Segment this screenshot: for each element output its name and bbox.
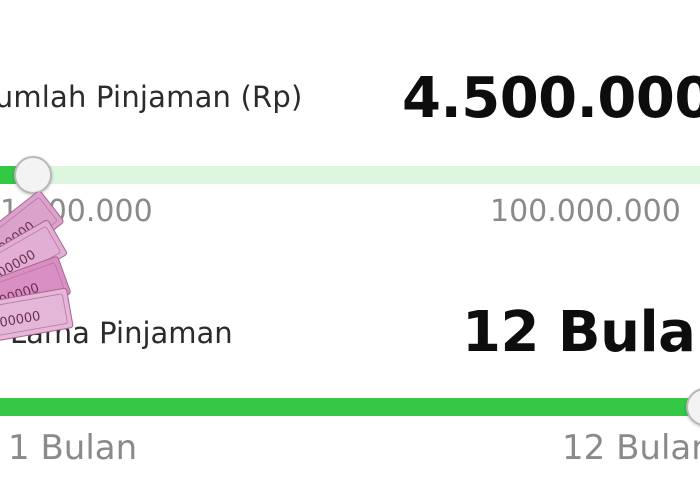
loan-amount-slider-thumb[interactable] [14,156,52,194]
tenor-value: 12 Bulan [462,300,700,365]
tenor-slider-thumb[interactable] [686,388,700,426]
loan-amount-value: 4.500.000 [402,66,700,131]
tenor-max-label: 12 Bulan [562,428,700,468]
tenor-slider-track[interactable] [0,398,700,416]
loan-calculator: Jumlah Pinjaman (Rp) 4.500.000 1.000.000… [0,0,700,500]
tenor-min-label: 1 Bulan [8,428,138,468]
loan-amount-slider-track[interactable] [0,166,700,184]
loan-amount-max-label: 100.000.000 [490,194,681,229]
loan-amount-label: Jumlah Pinjaman (Rp) [0,80,303,114]
banknotes-icon: 100000 100000 100000 100000 [0,192,74,343]
